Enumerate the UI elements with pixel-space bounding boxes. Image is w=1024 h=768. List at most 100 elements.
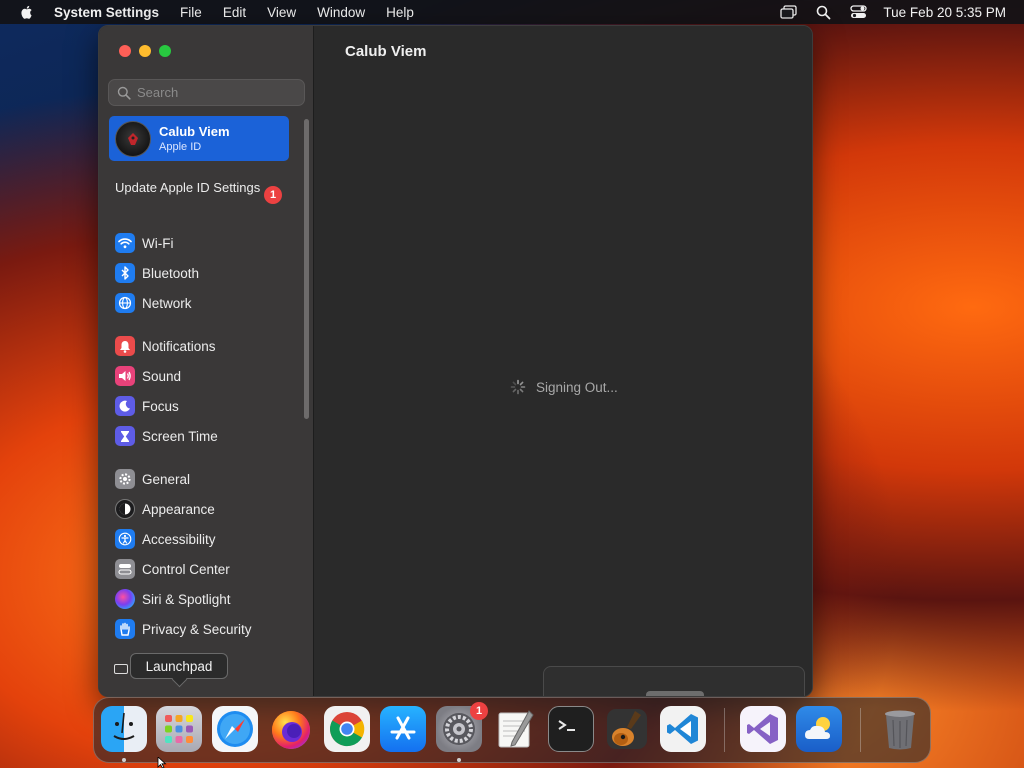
speaker-icon [115, 366, 135, 386]
control-center-icon[interactable] [849, 4, 867, 20]
sidebar-item-general[interactable]: General [115, 464, 252, 494]
signing-out-status: Signing Out... [510, 379, 618, 395]
sidebar-group-notifications: Notifications Sound Focus Screen Time [115, 331, 218, 451]
sidebar-item-label: Focus [142, 398, 179, 414]
minimize-button[interactable] [139, 45, 151, 57]
dock-weather[interactable] [796, 706, 842, 752]
bluetooth-icon [115, 263, 135, 283]
weather-icon [805, 717, 830, 739]
dock: 1 [93, 697, 931, 763]
sidebar-item-notifications[interactable]: Notifications [115, 331, 218, 361]
menu-view[interactable]: View [267, 5, 296, 20]
sidebar-item-wifi[interactable]: Wi-Fi [115, 228, 199, 258]
spinner-icon [510, 379, 526, 395]
apple-id-account-item[interactable]: Calub Viem Apple ID [109, 116, 289, 161]
sidebar-scrollbar[interactable] [304, 119, 309, 419]
garageband-icon [607, 709, 647, 749]
siri-icon [115, 589, 135, 609]
partial-item-icon [114, 664, 128, 675]
sidebar-item-label: Screen Time [142, 428, 218, 444]
dock-safari[interactable] [212, 706, 258, 752]
bell-icon [115, 336, 135, 356]
menu-app-name[interactable]: System Settings [54, 5, 159, 20]
page-title: Calub Viem [345, 43, 427, 60]
sidebar-item-label: Control Center [142, 561, 230, 577]
sidebar-item-label: Appearance [142, 501, 215, 517]
sidebar-item-label: Privacy & Security [142, 621, 252, 637]
menu-file[interactable]: File [180, 5, 202, 20]
sidebar-item-label: General [142, 471, 191, 487]
dock-separator [724, 708, 725, 752]
sidebar-item-screen-time[interactable]: Screen Time [115, 421, 218, 451]
sidebar-item-network[interactable]: Network [115, 288, 199, 318]
dock-launchpad[interactable] [156, 706, 202, 752]
sidebar-item-focus[interactable]: Focus [115, 391, 218, 421]
dock-garageband[interactable] [604, 706, 650, 752]
dock-app-store[interactable] [380, 706, 426, 752]
sidebar-item-label: Wi-Fi [142, 235, 174, 251]
screen-mirroring-icon[interactable] [779, 4, 797, 20]
visual-studio-icon [747, 714, 778, 744]
zoom-button[interactable] [159, 45, 171, 57]
dock-terminal[interactable] [548, 706, 594, 752]
control-center-icon [115, 559, 135, 579]
textedit-icon [498, 710, 534, 748]
dock-visual-studio[interactable] [740, 706, 786, 752]
sidebar-item-control-center[interactable]: Control Center [115, 554, 252, 584]
dock-firefox[interactable] [268, 706, 314, 752]
avatar [115, 120, 151, 157]
mouse-cursor-icon [157, 757, 167, 768]
sidebar-group-network: Wi-Fi Bluetooth Network [115, 228, 199, 318]
dock-vscode[interactable] [660, 706, 706, 752]
search-field[interactable] [108, 79, 305, 106]
safari-icon [217, 711, 253, 747]
finder-icon [113, 712, 135, 740]
trash-icon [885, 710, 915, 750]
dock-finder[interactable] [101, 706, 147, 752]
menu-edit[interactable]: Edit [223, 5, 246, 20]
dock-textedit[interactable] [492, 706, 538, 752]
system-settings-badge: 1 [470, 702, 488, 720]
menu-help[interactable]: Help [386, 5, 414, 20]
sidebar-item-label: Notifications [142, 338, 216, 354]
search-input[interactable] [137, 85, 297, 100]
gear-icon [115, 469, 135, 489]
system-settings-window: Calub Viem Apple ID Update Apple ID Sett… [98, 25, 813, 697]
window-controls [119, 45, 171, 57]
moon-icon [115, 396, 135, 416]
launchpad-tooltip: Launchpad [130, 653, 228, 679]
dock-trash[interactable] [877, 706, 923, 752]
menu-window[interactable]: Window [317, 5, 365, 20]
update-badge: 1 [264, 186, 282, 204]
sidebar-item-appearance[interactable]: Appearance [115, 494, 252, 524]
close-button[interactable] [119, 45, 131, 57]
sidebar-item-privacy-security[interactable]: Privacy & Security [115, 614, 252, 644]
dock-separator-trash [860, 708, 861, 752]
sidebar-item-accessibility[interactable]: Accessibility [115, 524, 252, 554]
appearance-icon [115, 499, 135, 519]
account-name: Calub Viem [159, 124, 230, 139]
dock-chrome[interactable] [324, 706, 370, 752]
apple-logo-icon[interactable] [19, 4, 35, 20]
content-pane [315, 26, 812, 696]
sidebar-group-general: General Appearance Accessibility Control… [115, 464, 252, 644]
sidebar: Calub Viem Apple ID Update Apple ID Sett… [99, 26, 314, 696]
menu-clock[interactable]: Tue Feb 20 5:35 PM [883, 5, 1006, 20]
sidebar-item-sound[interactable]: Sound [115, 361, 218, 391]
menu-bar: System Settings File Edit View Window He… [0, 0, 1024, 24]
system-settings-running-dot [457, 758, 461, 762]
sidebar-item-bluetooth[interactable]: Bluetooth [115, 258, 199, 288]
sheet-panel [543, 666, 805, 696]
sidebar-item-label: Network [142, 295, 192, 311]
globe-icon [115, 293, 135, 313]
app-store-icon [390, 716, 416, 740]
hand-icon [115, 619, 135, 639]
vscode-icon [667, 714, 698, 744]
spotlight-search-icon[interactable] [814, 4, 832, 20]
sidebar-item-siri-spotlight[interactable]: Siri & Spotlight [115, 584, 252, 614]
account-subtitle: Apple ID [159, 141, 202, 153]
launchpad-icon [165, 715, 193, 743]
sidebar-item-label: Accessibility [142, 531, 216, 547]
hourglass-icon [115, 426, 135, 446]
search-icon [117, 86, 131, 100]
